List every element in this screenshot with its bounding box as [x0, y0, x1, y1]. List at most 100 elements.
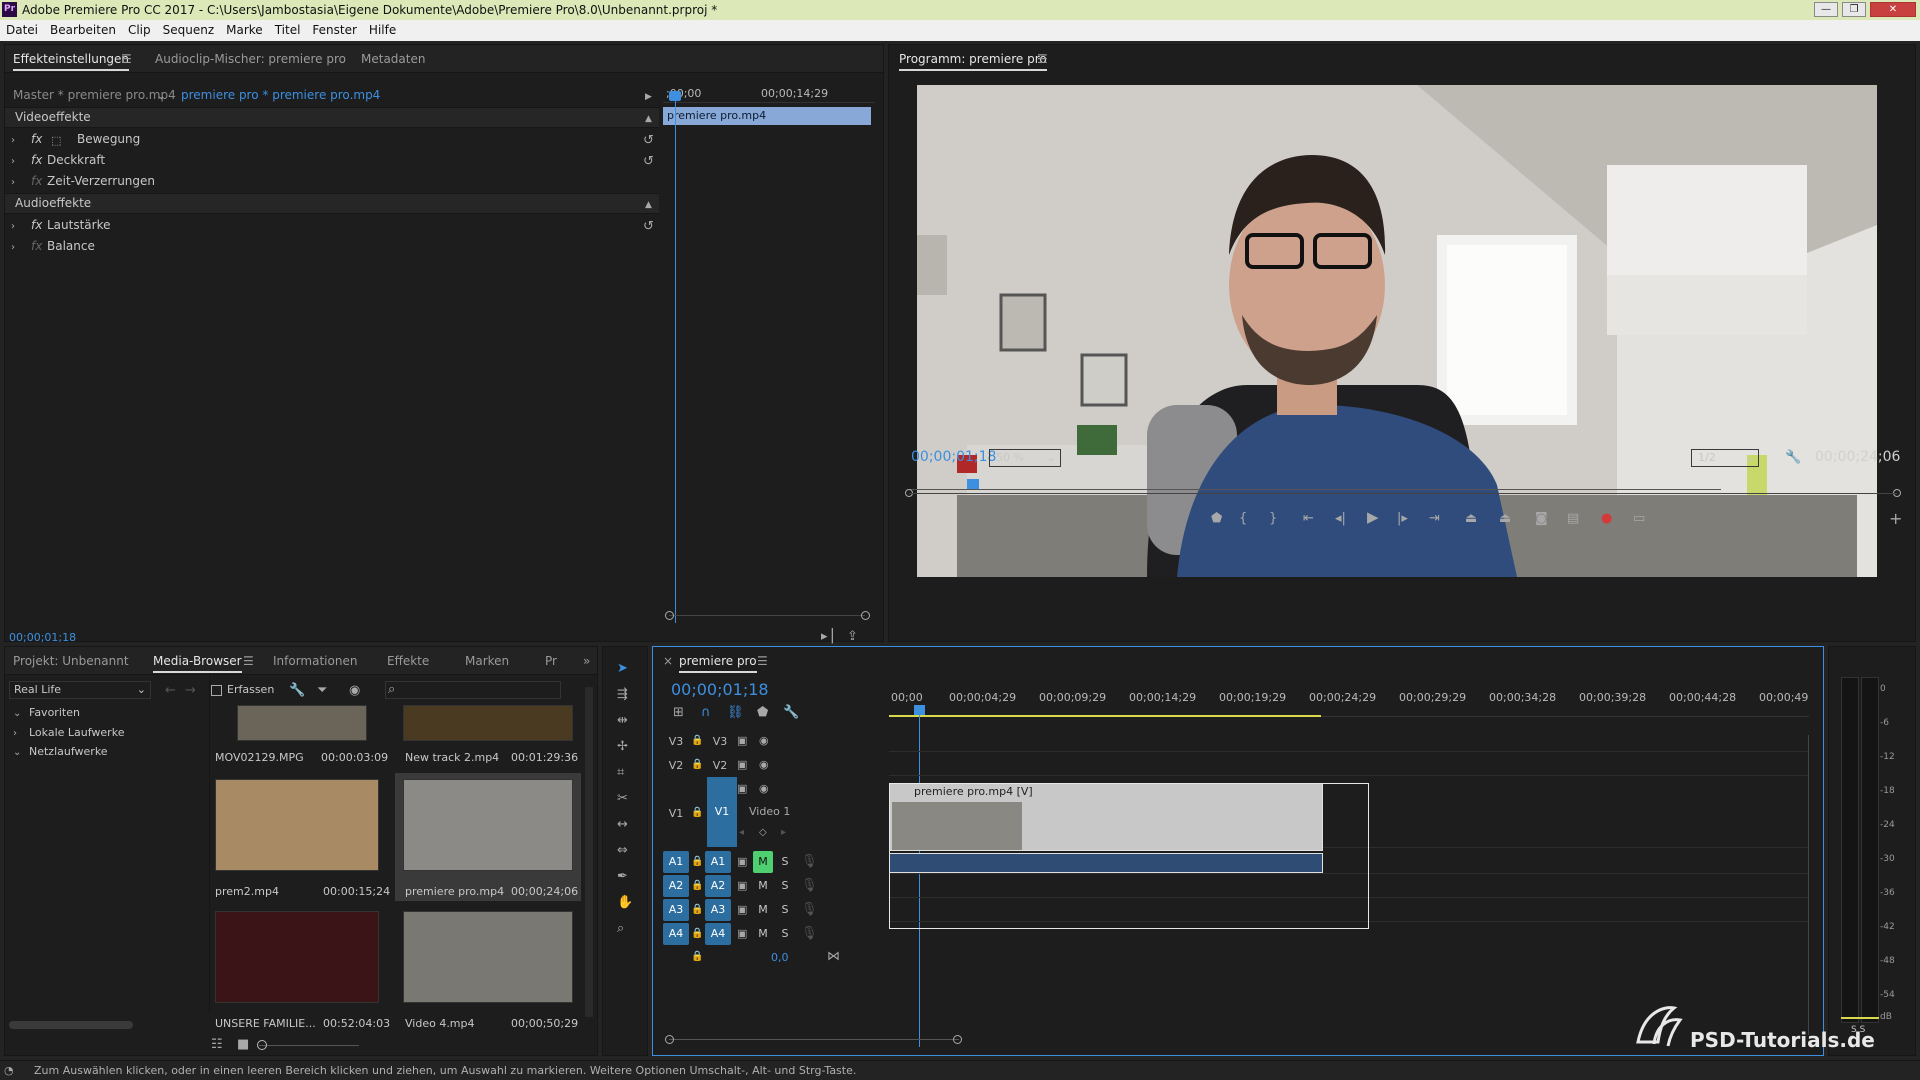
track-a3[interactable]: A3	[705, 899, 731, 921]
media-thumbnail[interactable]	[237, 705, 367, 741]
effect-motion[interactable]: Bewegung	[77, 129, 140, 150]
media-thumbnail[interactable]	[403, 911, 573, 1003]
mic-icon[interactable]: 🎙	[801, 854, 818, 870]
capture-checkbox[interactable]	[211, 685, 222, 696]
menu-marke[interactable]: Marke	[220, 20, 269, 41]
keyframe-prev-icon[interactable]: ◂	[739, 825, 744, 841]
extract-icon[interactable]: ⏏	[1499, 511, 1511, 527]
sync-lock-icon[interactable]: ▣	[737, 757, 747, 773]
timeline-timecode[interactable]: 00;00;01;18	[671, 679, 769, 700]
tab-media-browser[interactable]: Media-Browser	[153, 647, 242, 675]
lock-icon[interactable]: 🔒	[691, 878, 703, 894]
track-select-icon[interactable]: ⇶	[617, 687, 628, 703]
sync-lock-icon[interactable]: ▣	[737, 781, 747, 797]
wrench-icon[interactable]: 🔧	[783, 705, 799, 721]
fx-icon[interactable]: fx	[31, 215, 42, 236]
close-sequence-icon[interactable]: ×	[663, 647, 673, 675]
source-track-a3[interactable]: A3	[663, 899, 689, 921]
tree-local-drives[interactable]: Lokale Laufwerke	[29, 722, 124, 743]
master-volume-value[interactable]: 0,0	[771, 947, 789, 968]
reset-icon[interactable]: ↺	[643, 154, 654, 170]
zoom-level-dropdown[interactable]: 50 % ⌄	[989, 449, 1061, 467]
tab-effects[interactable]: Effekte	[387, 647, 429, 675]
camera-icon[interactable]: ◙	[1535, 511, 1548, 527]
tab-pr[interactable]: Pr	[545, 647, 557, 675]
add-marker-icon[interactable]: ⬟	[1211, 511, 1222, 527]
mark-out-icon[interactable]: }	[1269, 511, 1277, 527]
tree-scrollbar[interactable]	[9, 1021, 133, 1029]
expand-chevron-icon[interactable]: ›	[11, 219, 15, 235]
media-thumbnail[interactable]	[215, 779, 379, 871]
icon-view-icon[interactable]: ■	[237, 1037, 249, 1053]
keyframe-next-icon[interactable]: ▸	[781, 825, 786, 841]
effect-time-remapping[interactable]: Zeit-Verzerrungen	[47, 171, 155, 192]
ripple-edit-icon[interactable]: ⇹	[617, 713, 628, 729]
tab-effect-controls[interactable]: Effekteinstellungen	[13, 45, 130, 73]
effect-timecode[interactable]: 00;00;01;18	[9, 627, 76, 648]
collapse-up-icon[interactable]: ▲	[645, 111, 652, 127]
mute-button-a1[interactable]: M	[753, 851, 773, 873]
keyframe-add-icon[interactable]: ◇	[759, 825, 767, 841]
lock-icon[interactable]: 🔒	[691, 926, 703, 942]
step-back-icon[interactable]: ◂|	[1335, 511, 1346, 527]
program-scrub-ruler[interactable]	[909, 479, 1721, 493]
source-track-v1[interactable]: V1	[663, 803, 689, 825]
clip-selector-dropdown[interactable]: premiere pro * premiere pro.mp4	[181, 85, 380, 106]
program-timecode[interactable]: 00;00;01;18	[911, 447, 996, 468]
solo-button-a4[interactable]: S	[775, 923, 795, 945]
effect-clip-bar[interactable]: premiere pro.mp4	[663, 107, 871, 125]
step-forward-icon[interactable]: |▸	[1397, 511, 1408, 527]
solo-button-a1[interactable]: S	[775, 851, 795, 873]
zoom-handle-right[interactable]	[861, 611, 870, 620]
close-button[interactable]: ✕	[1870, 2, 1916, 17]
timeline-zoom-bar[interactable]	[669, 1039, 959, 1040]
source-track-v2[interactable]: V2	[663, 755, 689, 777]
expand-chevron-icon[interactable]: ⌄	[13, 706, 21, 722]
nest-icon[interactable]: ⊞	[673, 705, 684, 721]
track-v2[interactable]: V2	[707, 755, 733, 777]
linked-selection-icon[interactable]: ⛓	[727, 705, 744, 721]
sync-lock-icon[interactable]: ▣	[737, 878, 747, 894]
tab-audio-mixer[interactable]: Audioclip-Mischer: premiere pro	[155, 45, 346, 73]
view-icon[interactable]: ◉	[349, 683, 360, 699]
minimize-button[interactable]: —	[1814, 2, 1838, 17]
filter-play-icon[interactable]: ▸⎥	[821, 629, 834, 645]
play-icon[interactable]: ▶	[1367, 509, 1379, 525]
zoom-handle-left[interactable]	[665, 1035, 674, 1044]
media-thumbnail[interactable]	[215, 911, 379, 1003]
sync-lock-icon[interactable]: ▣	[737, 902, 747, 918]
wrench-icon[interactable]: 🔧	[1785, 450, 1801, 466]
eye-icon[interactable]: ◉	[759, 781, 769, 797]
expand-chevron-icon[interactable]: ›	[11, 133, 15, 149]
add-marker-icon[interactable]: ⬟	[757, 705, 768, 721]
lock-icon[interactable]: 🔒	[691, 949, 703, 965]
tab-project[interactable]: Projekt: Unbenannt	[13, 647, 129, 675]
sync-lock-icon[interactable]: ▣	[737, 854, 747, 870]
razor-icon[interactable]: ✂	[617, 791, 628, 807]
tree-favorites[interactable]: Favoriten	[29, 702, 80, 723]
mic-icon[interactable]: 🎙	[801, 902, 818, 918]
track-v3[interactable]: V3	[707, 731, 733, 753]
collapse-up-icon[interactable]: ▲	[645, 197, 652, 213]
reset-icon[interactable]: ↺	[643, 133, 654, 149]
eye-icon[interactable]: ◉	[759, 757, 769, 773]
source-track-a4[interactable]: A4	[663, 923, 689, 945]
menu-fenster[interactable]: Fenster	[306, 20, 363, 41]
tab-metadata[interactable]: Metadaten	[361, 45, 425, 73]
wrench-icon[interactable]: 🔧	[289, 683, 305, 699]
comparison-view-icon[interactable]: ▤	[1567, 511, 1579, 527]
forward-arrow-icon[interactable]: →	[185, 683, 196, 699]
source-track-v3[interactable]: V3	[663, 731, 689, 753]
zoom-handle-left[interactable]	[665, 611, 674, 620]
add-button[interactable]: +	[1889, 511, 1902, 527]
filter-icon[interactable]: ⏷	[317, 683, 327, 699]
program-zoom-bar[interactable]	[909, 493, 1897, 494]
work-area-bar[interactable]	[889, 715, 1321, 717]
mic-icon[interactable]: 🎙	[801, 878, 818, 894]
go-to-out-icon[interactable]: ⇥	[1429, 511, 1440, 527]
expand-chevron-icon[interactable]: ›	[13, 726, 17, 742]
program-video-frame[interactable]	[917, 85, 1877, 577]
expand-chevron-icon[interactable]: ⌄	[13, 745, 21, 761]
eye-icon[interactable]: ◉	[759, 733, 769, 749]
menu-datei[interactable]: Datei	[0, 20, 44, 41]
